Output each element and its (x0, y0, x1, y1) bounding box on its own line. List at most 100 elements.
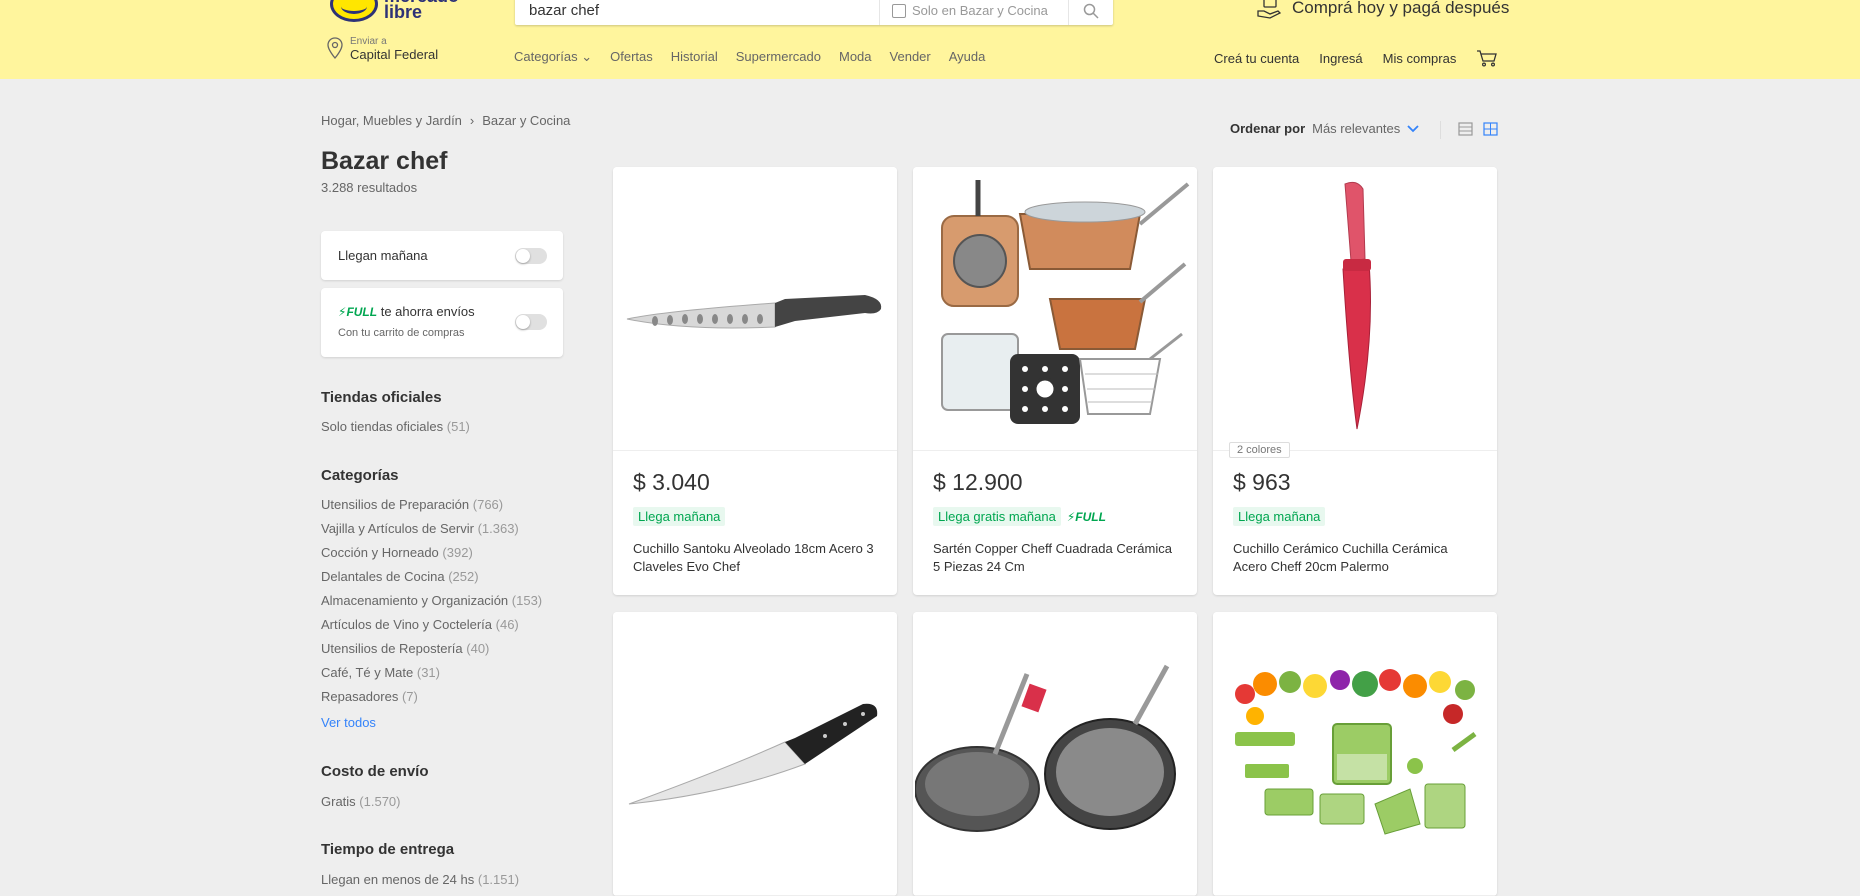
account-nav: Creá tu cuenta Ingresá Mis compras (1214, 49, 1498, 67)
location-selector[interactable]: Enviar a Capital Federal (326, 36, 438, 63)
sort-value: Más relevantes (1312, 121, 1401, 136)
category-link[interactable]: Utensilios de Repostería (40) (321, 641, 489, 656)
nav-vender[interactable]: Vender (890, 49, 931, 65)
location-value: Capital Federal (350, 47, 439, 62)
chevron-down-icon (1407, 124, 1419, 132)
see-all-link[interactable]: Ver todos (321, 715, 376, 730)
product-card[interactable]: 2 colores $ 963 Llega mañana Cuchillo Ce… (1213, 167, 1497, 595)
section-official-title: Tiendas oficiales (321, 389, 442, 406)
full-badge: ⚡FULL (1066, 509, 1106, 524)
search-bar: Solo en Bazar y Cocina (515, 0, 1113, 25)
nav-categorias[interactable]: Categorías ⌄ (514, 49, 592, 65)
create-account-link[interactable]: Creá tu cuenta (1214, 51, 1299, 66)
frying-pans-image (915, 664, 1176, 832)
filter-full-label: te ahorra envíos (380, 304, 475, 319)
cart-icon[interactable] (1476, 49, 1498, 67)
results-count: 3.288 resultados (321, 180, 418, 195)
filter-link[interactable]: Solo tiendas oficiales (51) (321, 419, 470, 434)
filter-link[interactable]: Gratis (1.570) (321, 794, 401, 809)
category-link[interactable]: Almacenamiento y Organización (153) (321, 593, 542, 608)
nav-supermercado[interactable]: Supermercado (736, 49, 821, 65)
breadcrumb-item[interactable]: Hogar, Muebles y Jardín (321, 113, 462, 128)
category-link[interactable]: Repasadores (7) (321, 689, 418, 704)
filter-full-sub: Con tu carrito de compras (338, 327, 465, 339)
category-link[interactable]: Cocción y Horneado (392) (321, 545, 473, 560)
product-image[interactable] (1213, 612, 1497, 896)
section-delivery-title: Tiempo de entrega (321, 841, 455, 858)
shipping-tag: Llega gratis mañana (933, 507, 1061, 526)
category-link[interactable]: Vajilla y Artículos de Servir (1.363) (321, 521, 519, 536)
category-link[interactable]: Café, Té y Mate (31) (321, 665, 440, 680)
filter-full-card: ⚡FULL te ahorra envíos Con tu carrito de… (321, 288, 563, 357)
breadcrumb: Hogar, Muebles y Jardín › Bazar y Cocina (321, 113, 570, 128)
sort-dropdown[interactable]: Ordenar por Más relevantes (1230, 121, 1419, 136)
product-card[interactable] (1213, 612, 1497, 896)
search-input[interactable] (529, 0, 889, 25)
filter-link[interactable]: Llegan en menos de 24 hs (1.151) (321, 872, 519, 887)
product-image[interactable] (913, 167, 1197, 451)
sort-label: Ordenar por (1230, 121, 1306, 136)
product-card[interactable] (913, 612, 1197, 896)
chevron-down-icon: ⌄ (581, 49, 593, 64)
search-scope-label: Solo en Bazar y Cocina (912, 3, 1048, 18)
nav-moda[interactable]: Moda (839, 49, 872, 65)
grid-view-icon[interactable] (1483, 122, 1498, 136)
location-pin-icon (327, 37, 343, 59)
lightning-icon: ⚡ (1066, 509, 1076, 524)
location-label: Enviar a (350, 36, 387, 47)
filter-full-toggle[interactable] (515, 314, 547, 330)
page-title: Bazar chef (321, 147, 448, 175)
ceramic-knife-image (1342, 181, 1371, 429)
copper-pan-set-image (941, 179, 1190, 424)
filter-tomorrow-card: Llegan mañana (321, 231, 563, 280)
shipping-tag: Llega mañana (1233, 507, 1326, 526)
login-link[interactable]: Ingresá (1319, 51, 1362, 66)
product-image[interactable] (1213, 167, 1497, 451)
promo-text: Comprá hoy y pagá después (1292, 0, 1510, 17)
product-image[interactable] (613, 167, 897, 451)
product-card[interactable]: $ 12.900 Llega gratis mañana ⚡FULL Sarté… (913, 167, 1197, 595)
product-card[interactable] (613, 612, 897, 896)
divider (1440, 121, 1441, 139)
category-link[interactable]: Utensilios de Preparación (766) (321, 497, 503, 512)
category-link[interactable]: Artículos de Vino y Coctelería (46) (321, 617, 519, 632)
product-image[interactable] (913, 612, 1197, 896)
logo-text-2: libre (384, 2, 423, 22)
checkbox-icon (892, 3, 906, 18)
search-icon (1083, 3, 1099, 19)
mercadolibre-logo[interactable]: mercado libre (330, 0, 480, 26)
view-toggle (1458, 122, 1498, 136)
product-title[interactable]: Sartén Copper Cheff Cuadrada Cerámica 5 … (933, 540, 1179, 576)
hand-money-icon (1257, 0, 1282, 19)
section-shipping-title: Costo de envío (321, 763, 429, 780)
nav-ofertas[interactable]: Ofertas (610, 49, 653, 65)
vegetable-slicer-image (1235, 668, 1477, 835)
promo-link[interactable]: Comprá hoy y pagá después (1256, 0, 1509, 20)
my-purchases-link[interactable]: Mis compras (1383, 51, 1457, 66)
category-link[interactable]: Delantales de Cocina (252) (321, 569, 479, 584)
list-view-icon[interactable] (1458, 122, 1473, 136)
nav-historial[interactable]: Historial (671, 49, 718, 65)
main-nav: Categorías ⌄ Ofertas Historial Supermerc… (514, 49, 985, 65)
breadcrumb-item[interactable]: Bazar y Cocina (482, 113, 570, 128)
chef-knife-image (628, 703, 878, 804)
handshake-logo-icon (330, 0, 378, 22)
product-title[interactable]: Cuchillo Cerámico Cuchilla Cerámica Acer… (1233, 540, 1479, 576)
section-categories-title: Categorías (321, 467, 399, 484)
nav-ayuda[interactable]: Ayuda (949, 49, 986, 65)
product-image[interactable] (613, 612, 897, 896)
product-title[interactable]: Cuchillo Santoku Alveolado 18cm Acero 3 … (633, 540, 879, 576)
filter-tomorrow-label: Llegan mañana (338, 248, 428, 263)
filter-tomorrow-toggle[interactable] (515, 248, 547, 264)
product-price: $ 3.040 (633, 469, 710, 495)
product-card[interactable]: $ 3.040 Llega mañana Cuchillo Santoku Al… (613, 167, 897, 595)
colors-tag: 2 colores (1229, 442, 1290, 458)
product-price: $ 963 (1233, 469, 1291, 495)
product-price: $ 12.900 (933, 469, 1023, 495)
search-button[interactable] (1068, 0, 1113, 25)
search-scope-checkbox[interactable]: Solo en Bazar y Cocina (879, 0, 1062, 25)
shipping-tag: Llega mañana (633, 507, 726, 526)
header: mercado libre Solo en Bazar y Cocina Com… (0, 0, 1860, 79)
santoku-knife-image (626, 294, 882, 328)
chevron-right-icon: › (469, 113, 475, 128)
